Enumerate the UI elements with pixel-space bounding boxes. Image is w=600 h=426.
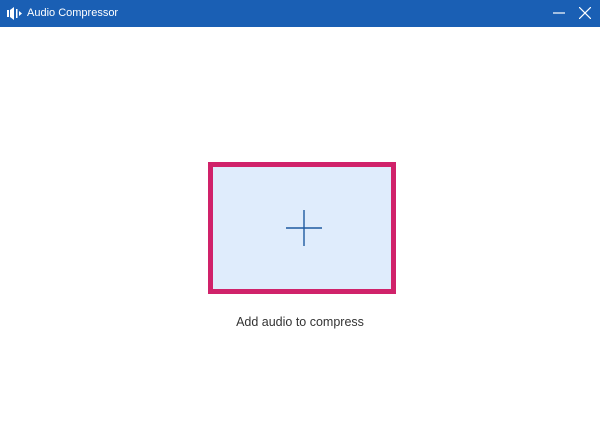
close-button[interactable] bbox=[571, 0, 599, 27]
audio-compress-icon bbox=[7, 6, 23, 21]
add-audio-caption: Add audio to compress bbox=[236, 315, 364, 329]
minimize-button[interactable] bbox=[545, 0, 573, 27]
window-title: Audio Compressor bbox=[27, 7, 119, 19]
minimize-icon bbox=[553, 12, 565, 14]
add-audio-drop-zone[interactable] bbox=[208, 162, 396, 294]
title-bar: Audio Compressor bbox=[0, 0, 600, 27]
close-icon bbox=[579, 7, 591, 19]
plus-icon bbox=[286, 210, 322, 246]
